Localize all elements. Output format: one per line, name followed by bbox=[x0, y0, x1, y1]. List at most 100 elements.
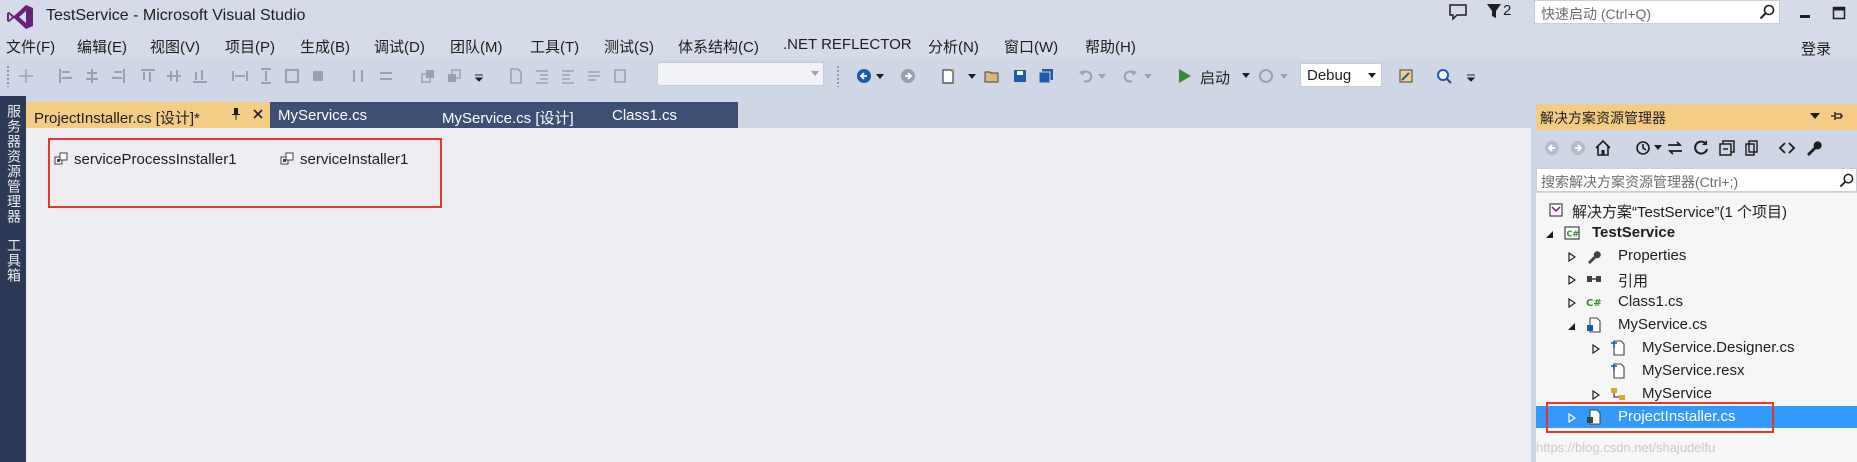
size-to-grid-icon[interactable] bbox=[310, 68, 326, 84]
show-all-files-icon[interactable] bbox=[1744, 139, 1762, 157]
tab-class1[interactable]: Class1.cs bbox=[604, 102, 738, 128]
refresh-icon[interactable] bbox=[1692, 139, 1710, 157]
sync-with-active-document-icon[interactable] bbox=[1666, 139, 1684, 157]
menu-build[interactable]: 生成(B) bbox=[300, 36, 350, 57]
solution-explorer-search-input[interactable]: 搜索解决方案资源管理器(Ctrl+;) bbox=[1536, 168, 1857, 192]
window-position-dropdown-icon[interactable] bbox=[1810, 113, 1820, 119]
feedback-icon[interactable] bbox=[1448, 2, 1468, 22]
menu-project[interactable]: 项目(P) bbox=[225, 36, 275, 57]
tab-projectinstaller-designer[interactable]: ProjectInstaller.cs [设计]* bbox=[26, 102, 270, 128]
view-code-icon[interactable] bbox=[1778, 139, 1796, 157]
back-dropdown-icon[interactable] bbox=[876, 74, 884, 80]
navigate-back-icon[interactable] bbox=[856, 68, 872, 84]
save-all-icon[interactable] bbox=[1038, 68, 1054, 84]
tree-item-myservice[interactable]: MyService.cs bbox=[1536, 314, 1857, 336]
menu-analyze[interactable]: 分析(N) bbox=[928, 36, 979, 57]
find-in-files-icon[interactable] bbox=[1398, 68, 1414, 84]
new-document-icon[interactable] bbox=[508, 68, 524, 84]
align-center-icon[interactable] bbox=[84, 68, 100, 84]
collapsed-arrow-icon[interactable] bbox=[1568, 252, 1576, 262]
collapse-all-icon[interactable] bbox=[1718, 139, 1736, 157]
collapsed-arrow-icon[interactable] bbox=[1592, 344, 1600, 354]
toolbox-tab[interactable]: 工具箱 bbox=[4, 238, 24, 283]
vertical-spacing-icon[interactable] bbox=[378, 68, 394, 84]
align-right-icon[interactable] bbox=[110, 68, 126, 84]
filter-dropdown-icon[interactable] bbox=[1654, 145, 1662, 151]
menu-test[interactable]: 测试(S) bbox=[604, 36, 654, 57]
back-icon[interactable] bbox=[1544, 140, 1560, 156]
menu-team[interactable]: 团队(M) bbox=[450, 36, 503, 57]
align-top-icon[interactable] bbox=[140, 68, 156, 84]
tree-item-properties[interactable]: Properties bbox=[1536, 245, 1857, 267]
redo-dropdown-icon[interactable] bbox=[1144, 74, 1152, 80]
new-project-dropdown-icon[interactable] bbox=[968, 74, 976, 80]
tree-item-class1[interactable]: C# Class1.cs bbox=[1536, 291, 1857, 313]
align-middle-icon[interactable] bbox=[166, 68, 182, 84]
tree-item-myservice-designer[interactable]: MyService.Designer.cs bbox=[1536, 337, 1857, 359]
menu-edit[interactable]: 编辑(E) bbox=[77, 36, 127, 57]
server-explorer-tab[interactable]: 服务器资源管理器 bbox=[4, 104, 24, 224]
start-dropdown-icon[interactable] bbox=[1242, 73, 1250, 79]
quick-launch-input[interactable]: 快速启动 (Ctrl+Q) bbox=[1534, 0, 1780, 24]
pin-icon[interactable] bbox=[230, 107, 242, 121]
notification-filter-icon[interactable] bbox=[1486, 2, 1502, 20]
make-same-height-icon[interactable] bbox=[258, 68, 274, 84]
undo-dropdown-icon[interactable] bbox=[1098, 74, 1106, 80]
menu-net-reflector[interactable]: .NET REFLECTOR bbox=[783, 36, 912, 53]
menu-debug[interactable]: 调试(D) bbox=[374, 36, 425, 57]
bring-to-front-icon[interactable] bbox=[420, 68, 436, 84]
maximize-icon[interactable] bbox=[1830, 4, 1848, 22]
expanded-arrow-icon[interactable] bbox=[1546, 229, 1554, 239]
menu-view[interactable]: 视图(V) bbox=[150, 36, 200, 57]
tab-myservice-code[interactable]: MyService.cs bbox=[270, 102, 434, 128]
pending-changes-filter-icon[interactable] bbox=[1634, 139, 1652, 157]
menu-file[interactable]: 文件(F) bbox=[6, 36, 55, 57]
tree-item-solution[interactable]: 解决方案“TestService”(1 个项目) bbox=[1536, 199, 1857, 221]
restart-icon[interactable] bbox=[1258, 68, 1274, 84]
login-link[interactable]: 登录 bbox=[1801, 38, 1831, 59]
redo-icon[interactable] bbox=[1122, 68, 1138, 84]
toolbar-overflow-icon[interactable] bbox=[474, 74, 484, 82]
find-icon[interactable] bbox=[1436, 68, 1452, 84]
tree-item-references[interactable]: 引用 bbox=[1536, 268, 1857, 290]
send-to-back-icon[interactable] bbox=[446, 68, 462, 84]
tab-myservice-designer[interactable]: MyService.cs [设计] bbox=[434, 102, 604, 128]
collapsed-arrow-icon[interactable] bbox=[1592, 390, 1600, 400]
expanded-arrow-icon[interactable] bbox=[1568, 321, 1576, 331]
open-folder-icon[interactable] bbox=[984, 68, 1000, 84]
minimize-icon[interactable] bbox=[1796, 4, 1814, 22]
indent-icon[interactable] bbox=[534, 68, 550, 84]
toolbar-grip[interactable] bbox=[6, 65, 10, 87]
uncomment-icon[interactable] bbox=[612, 68, 628, 84]
restart-dropdown-icon[interactable] bbox=[1280, 74, 1288, 80]
solution-config-combo[interactable] bbox=[657, 62, 824, 86]
make-same-size-icon[interactable] bbox=[284, 68, 300, 84]
align-grid-icon[interactable] bbox=[18, 68, 34, 84]
tree-item-project[interactable]: C# TestService bbox=[1536, 222, 1857, 244]
navigate-forward-icon[interactable] bbox=[900, 68, 916, 84]
toolbar-overflow-icon[interactable] bbox=[1466, 74, 1476, 82]
collapsed-arrow-icon[interactable] bbox=[1568, 275, 1576, 285]
tree-item-myservice-resx[interactable]: MyService.resx bbox=[1536, 360, 1857, 382]
new-project-icon[interactable] bbox=[940, 68, 956, 84]
home-icon[interactable] bbox=[1594, 139, 1612, 157]
menu-tools[interactable]: 工具(T) bbox=[530, 36, 579, 57]
make-same-width-icon[interactable] bbox=[232, 68, 248, 84]
configuration-select[interactable]: Debug bbox=[1300, 63, 1382, 87]
horizontal-spacing-icon[interactable] bbox=[350, 68, 366, 84]
align-bottom-icon[interactable] bbox=[192, 68, 208, 84]
collapsed-arrow-icon[interactable] bbox=[1568, 298, 1576, 308]
close-icon[interactable] bbox=[252, 108, 264, 120]
outdent-icon[interactable] bbox=[560, 68, 576, 84]
comment-icon[interactable] bbox=[586, 68, 602, 84]
properties-wrench-icon[interactable] bbox=[1804, 139, 1822, 157]
save-icon[interactable] bbox=[1012, 68, 1028, 84]
menu-architecture[interactable]: 体系结构(C) bbox=[678, 36, 759, 57]
auto-hide-pin-icon[interactable] bbox=[1830, 109, 1844, 123]
menu-help[interactable]: 帮助(H) bbox=[1085, 36, 1136, 57]
toolbar-grip[interactable] bbox=[836, 65, 840, 87]
undo-icon[interactable] bbox=[1078, 68, 1094, 84]
menu-window[interactable]: 窗口(W) bbox=[1004, 36, 1058, 57]
align-left-icon[interactable] bbox=[58, 68, 74, 84]
forward-icon[interactable] bbox=[1570, 140, 1586, 156]
